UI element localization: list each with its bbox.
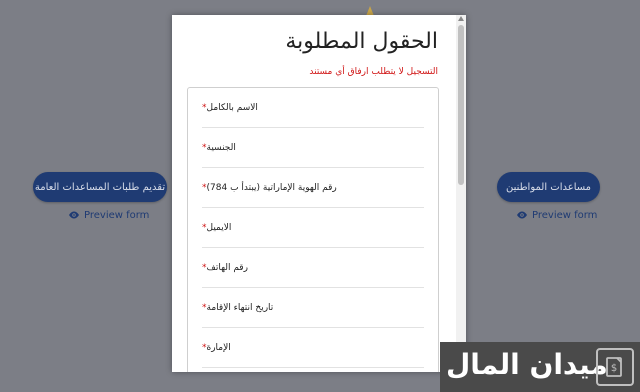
field-emirate: الإمارة * xyxy=(202,328,424,368)
preview-form-link-left[interactable]: Preview form xyxy=(68,209,149,221)
apply-general-assistance-label: تقديم طلبات المساعدات العامة xyxy=(34,181,166,193)
modal-scrollbar[interactable] xyxy=(456,15,466,372)
field-emirates-id: رقم الهوية الإماراتية (يبتدأ ب 784) * xyxy=(202,168,424,208)
required-asterisk: * xyxy=(202,142,207,153)
eye-icon xyxy=(517,211,527,219)
required-asterisk: * xyxy=(202,102,207,113)
required-asterisk: * xyxy=(202,222,207,233)
preview-form-link-right[interactable]: Preview form xyxy=(516,209,597,221)
preview-form-label: Preview form xyxy=(532,209,598,221)
field-nationality: الجنسية * xyxy=(202,128,424,168)
required-fields-list: الاسم بالكامل * الجنسية * رقم الهوية الإما… xyxy=(187,87,439,372)
brand-name: ميدان المال xyxy=(446,348,608,381)
preview-form-label: Preview form xyxy=(84,209,150,221)
citizen-assistance-button[interactable]: مساعدات المواطنين xyxy=(497,172,600,202)
required-asterisk: * xyxy=(202,342,207,353)
eye-icon xyxy=(69,211,79,219)
required-asterisk: * xyxy=(202,182,207,193)
required-fields-modal: الحقول المطلوبة التسجيل لا يتطلب ارفاق أ… xyxy=(172,15,466,372)
site-watermark-logo: ميدان المال $ xyxy=(440,342,640,392)
scrollbar-thumb[interactable] xyxy=(458,25,464,185)
field-email: الايميل * xyxy=(202,208,424,248)
apply-general-assistance-button[interactable]: تقديم طلبات المساعدات العامة xyxy=(33,172,167,202)
citizen-assistance-label: مساعدات المواطنين xyxy=(505,181,592,193)
required-asterisk: * xyxy=(202,302,207,313)
field-residency-expiry: تاريخ انتهاء الإقامة * xyxy=(202,288,424,328)
scroll-up-arrow-icon[interactable] xyxy=(458,16,464,21)
money-document-icon: $ xyxy=(596,348,634,386)
modal-note: التسجيل لا يتطلب ارفاق أي مستند xyxy=(309,67,438,77)
field-phone: رقم الهاتف * xyxy=(202,248,424,288)
required-asterisk: * xyxy=(202,262,207,273)
modal-title: الحقول المطلوبة xyxy=(285,29,438,54)
svg-text:$: $ xyxy=(611,363,617,374)
field-full-name: الاسم بالكامل * xyxy=(202,88,424,128)
